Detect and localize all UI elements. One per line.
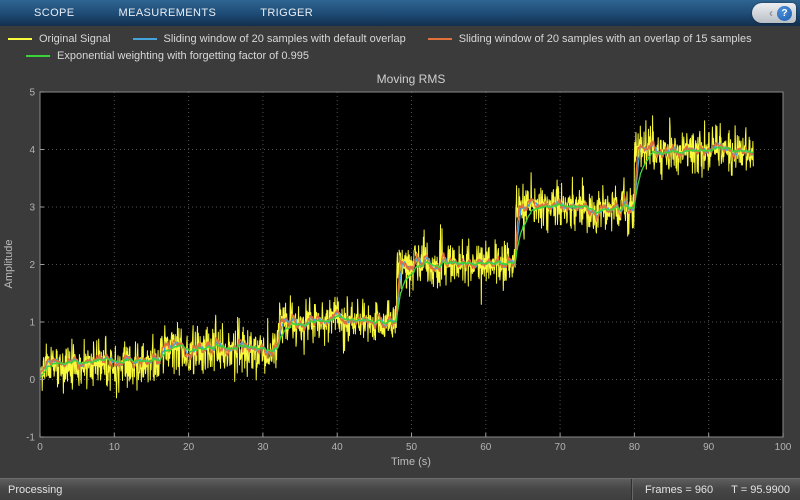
y-tick-label: -1 [26,433,35,444]
plot-container: 0 10 20 30 40 50 60 70 80 90 100 -1 0 1 2 3 4 5 Moving RM… [0,66,800,478]
x-tick-label: 90 [703,442,715,453]
x-tick-label: 20 [183,442,195,453]
chevron-left-icon: ‹ [769,6,773,20]
x-tick-label: 40 [332,442,344,453]
x-tick-label: 0 [37,442,43,453]
legend-row-1: Original Signal Sliding window of 20 samp… [8,30,800,47]
tab-measurements[interactable]: MEASUREMENTS [97,0,239,26]
legend-item-0[interactable]: Original Signal [8,33,111,45]
line-swatch [132,37,157,40]
legend-item-2[interactable]: Sliding window of 20 samples with an ove… [427,32,752,45]
legend-label: Original Signal [39,32,111,45]
chart-title: Moving RMS [377,72,446,86]
legend-label: Sliding window of 20 samples with an ove… [458,32,752,45]
y-tick-label: 1 [29,318,35,329]
x-tick-label: 30 [257,442,269,453]
y-tick-label: 3 [29,203,35,214]
x-tick-label: 70 [555,442,567,453]
tab-trigger[interactable]: TRIGGER [238,0,335,26]
legend-label: Exponential weighting with forgetting fa… [57,49,309,62]
help-button[interactable]: ‹ ? [752,3,796,23]
line-swatch [26,54,50,57]
x-tick-label: 80 [629,442,641,453]
status-processing: Processing [8,483,63,496]
legend-row-2: Exponential weighting with forgetting fa… [26,47,800,64]
status-right-section: Frames = 960 T = 95.9900 [631,479,800,500]
status-divider [631,479,633,500]
line-swatch [8,37,32,40]
chart-svg: 0 10 20 30 40 50 60 70 80 90 100-1012345 Moving RM… [3,72,792,468]
status-bar: Processing Frames = 960 T = 95.9900 [0,478,800,500]
legend-item-1[interactable]: Sliding window of 20 samples with defaul… [132,32,406,45]
legend-item-3[interactable]: Exponential weighting with forgetting fa… [26,50,309,62]
toolbar-tabs: SCOPE MEASUREMENTS TRIGGER [0,0,335,26]
x-tick-label: 60 [480,442,492,453]
legend-label: Sliding window of 20 samples with defaul… [163,32,406,45]
legend: Original Signal Sliding window of 20 samp… [0,26,800,66]
y-tick-label: 0 [29,375,35,386]
y-tick-label: 2 [29,260,35,271]
status-frames: Frames = 960 [645,483,714,496]
toolbar: SCOPE MEASUREMENTS TRIGGER ‹ ? [0,0,800,26]
tab-scope[interactable]: SCOPE [12,0,97,26]
x-tick-label: 100 [775,442,792,453]
line-swatch [427,37,452,40]
help-icon: ? [777,5,792,21]
x-axis-label: Time (s) [391,456,431,468]
status-time: T = 95.9900 [731,483,790,496]
x-tick-label: 10 [109,442,121,453]
y-tick-label: 5 [29,88,35,99]
y-axis-label: Amplitude [3,240,15,289]
y-tick-label: 4 [29,145,35,156]
x-tick-label: 50 [406,442,418,453]
